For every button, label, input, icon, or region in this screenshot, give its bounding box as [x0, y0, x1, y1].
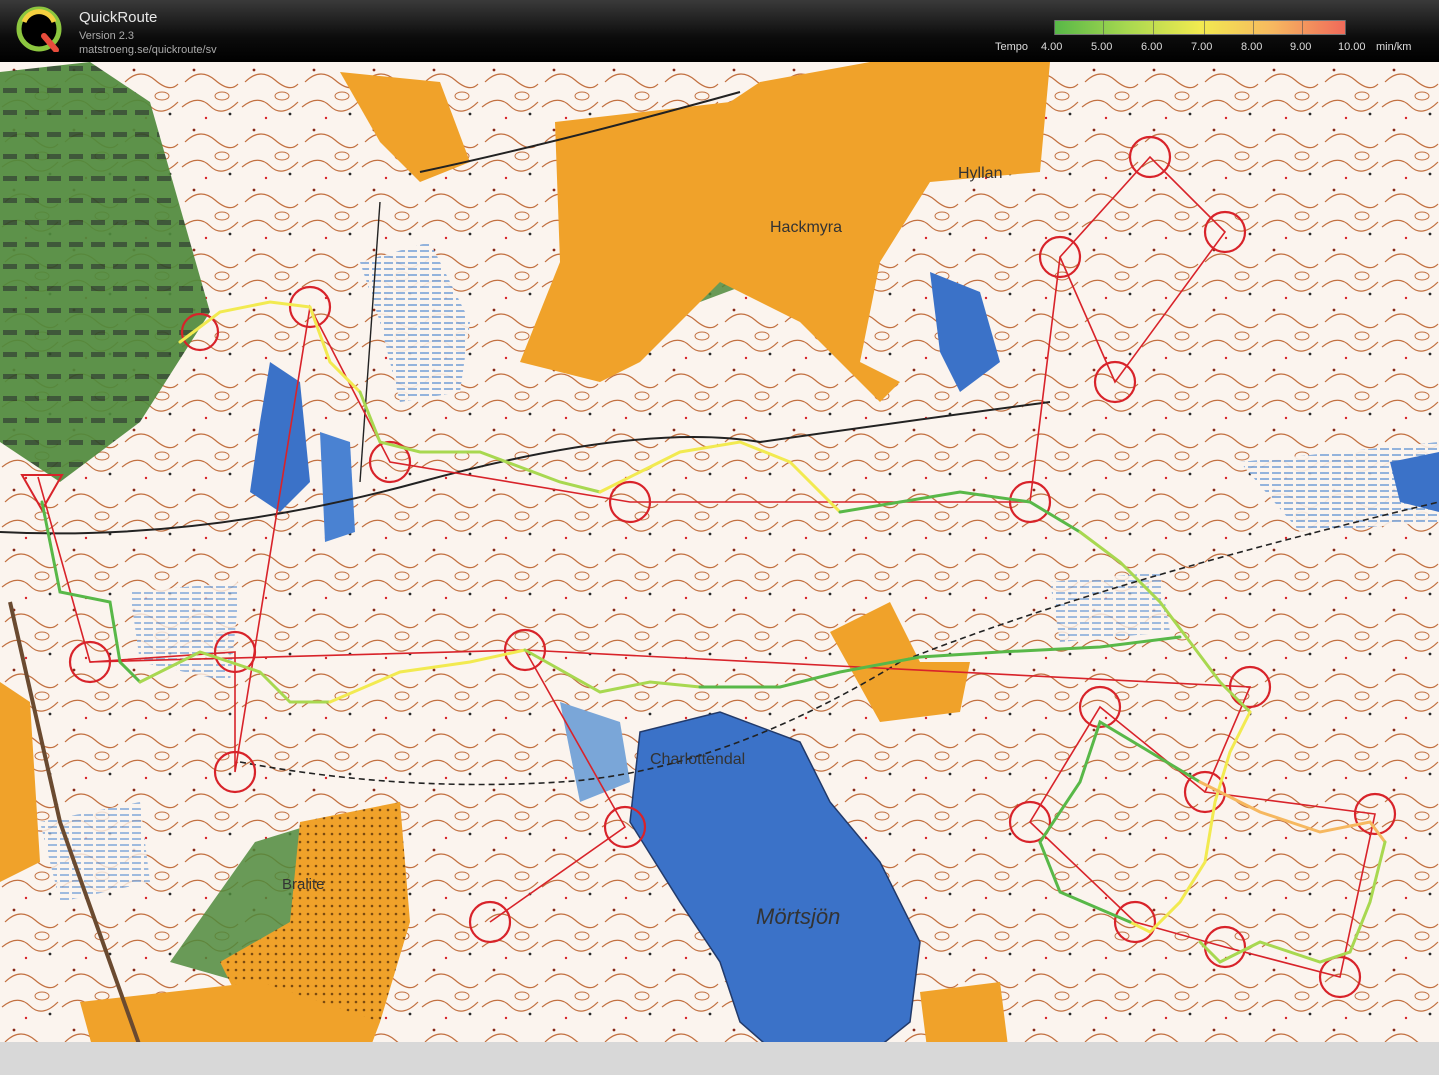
orienteering-map[interactable]: Hyllan Hackmyra Charlottendal Bralite Mö…: [0, 62, 1439, 1075]
water: [320, 432, 355, 542]
tempo-value: 9.00: [1290, 41, 1312, 53]
marsh: [1050, 572, 1170, 642]
app-url[interactable]: matstroeng.se/quickroute/sv: [79, 44, 217, 56]
place-name-mortsjon: Mörtsjön: [756, 904, 840, 929]
app-header: QuickRoute Version 2.3 matstroeng.se/qui…: [0, 0, 1439, 62]
tempo-legend: Tempo 4.00 5.00 6.00 7.00 8.00 9.00 10.0…: [990, 18, 1430, 58]
tempo-value: 10.00: [1338, 41, 1366, 53]
tempo-value: 5.00: [1091, 41, 1113, 53]
tempo-value: 4.00: [1041, 41, 1063, 53]
app-version: Version 2.3: [79, 30, 135, 42]
tempo-label: Tempo: [995, 41, 1029, 53]
tempo-unit: min/km: [1376, 41, 1412, 53]
place-name-charlottendal: Charlottendal: [650, 751, 745, 768]
scan-margin: [0, 1042, 1439, 1075]
tempo-value: 8.00: [1241, 41, 1263, 53]
app-title: QuickRoute: [79, 9, 158, 26]
place-name-hackmyra: Hackmyra: [770, 219, 842, 236]
place-name-hyllan: Hyllan: [958, 165, 1002, 182]
tempo-value: 6.00: [1141, 41, 1163, 53]
place-name-bralite: Bralite: [282, 876, 325, 893]
quickroute-logo-icon: [16, 6, 62, 52]
map-canvas[interactable]: Hyllan Hackmyra Charlottendal Bralite Mö…: [0, 62, 1439, 1075]
tempo-value: 7.00: [1191, 41, 1213, 53]
